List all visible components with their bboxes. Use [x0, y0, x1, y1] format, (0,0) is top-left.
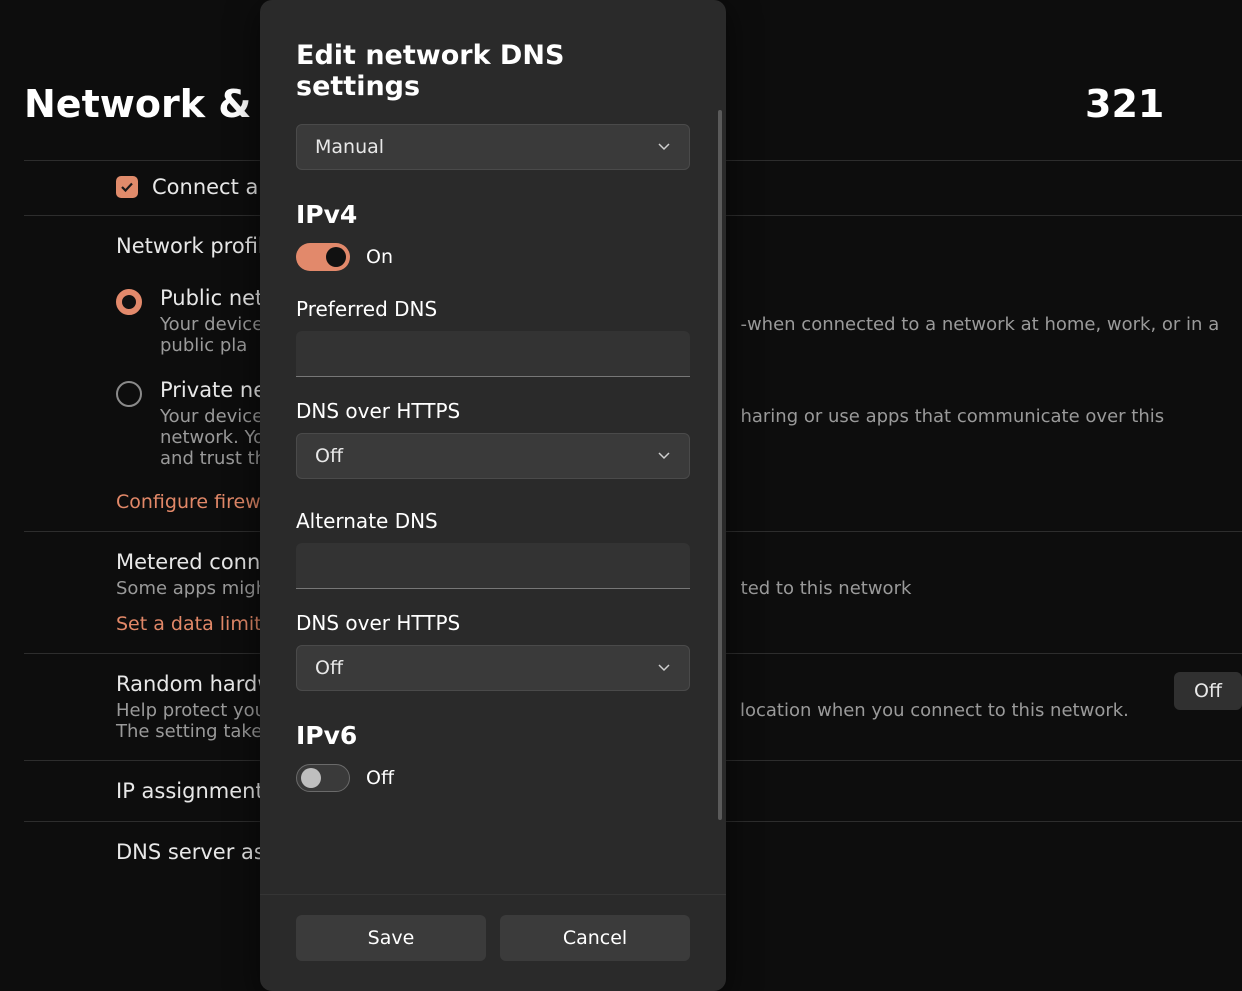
private-network-radio[interactable]: [116, 381, 142, 407]
chevron-down-icon: [657, 661, 671, 675]
chevron-down-icon: [657, 449, 671, 463]
edit-dns-settings-dialog: Edit network DNS settings Manual IPv4 On…: [260, 0, 726, 991]
ipv6-heading: IPv6: [296, 721, 690, 750]
chevron-down-icon: [657, 140, 671, 154]
save-button[interactable]: Save: [296, 915, 486, 961]
connect-auto-label: Connect au: [152, 175, 272, 199]
ipv6-toggle-label: Off: [366, 767, 394, 789]
check-icon: [120, 180, 134, 194]
connect-automatically-checkbox[interactable]: [116, 176, 138, 198]
dns-mode-value: Manual: [315, 136, 384, 158]
alternate-dns-input[interactable]: [296, 543, 690, 589]
ipv4-toggle[interactable]: [296, 243, 350, 271]
dialog-scrollbar[interactable]: [718, 110, 722, 820]
dialog-title: Edit network DNS settings: [296, 40, 690, 102]
doh-alternate-select[interactable]: Off: [296, 645, 690, 691]
doh-alternate-value: Off: [315, 657, 343, 679]
preferred-dns-input[interactable]: [296, 331, 690, 377]
ipv6-toggle[interactable]: [296, 764, 350, 792]
preferred-dns-label: Preferred DNS: [296, 297, 690, 321]
ipv4-toggle-label: On: [366, 246, 393, 268]
ipv4-heading: IPv4: [296, 200, 690, 229]
doh-alternate-label: DNS over HTTPS: [296, 611, 690, 635]
random-hw-addresses-dropdown[interactable]: Off: [1174, 672, 1242, 710]
public-network-radio[interactable]: [116, 289, 142, 315]
dns-mode-select[interactable]: Manual: [296, 124, 690, 170]
doh-preferred-value: Off: [315, 445, 343, 467]
cancel-button[interactable]: Cancel: [500, 915, 690, 961]
doh-preferred-select[interactable]: Off: [296, 433, 690, 479]
doh-preferred-label: DNS over HTTPS: [296, 399, 690, 423]
alternate-dns-label: Alternate DNS: [296, 509, 690, 533]
